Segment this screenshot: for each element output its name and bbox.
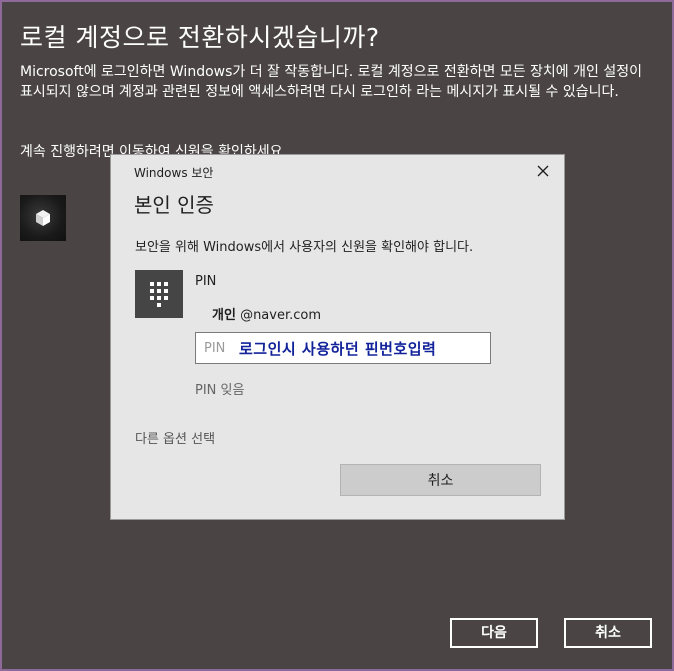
dialog-description: 보안을 위해 Windows에서 사용자의 신원을 확인해야 합니다. xyxy=(135,240,474,255)
close-icon[interactable] xyxy=(533,161,553,181)
user-avatar-icon xyxy=(20,195,66,241)
dialog-title: 본인 인증 xyxy=(134,193,214,217)
dialog-app-name: Windows 보안 xyxy=(134,166,214,180)
page-title: 로컬 계정으로 전환하시겠습니까? xyxy=(20,23,380,52)
next-button[interactable]: 다음 xyxy=(450,618,538,648)
sign-in-method-label: PIN xyxy=(195,274,217,289)
cancel-button[interactable]: 취소 xyxy=(564,618,652,648)
account-email: @naver.com xyxy=(240,308,322,323)
pin-input[interactable] xyxy=(195,332,491,364)
account-name: 개인 xyxy=(212,308,236,323)
dialog-cancel-button[interactable]: 취소 xyxy=(340,464,541,496)
local-account-switch-window: 로컬 계정으로 전환하시겠습니까? Microsoft에 로그인하면 Windo… xyxy=(0,0,674,671)
other-options-link[interactable]: 다른 옵션 선택 xyxy=(135,428,215,447)
account-identity: 개인 @naver.com xyxy=(212,304,321,323)
windows-security-dialog: Windows 보안 본인 인증 보안을 위해 Windows에서 사용자의 신… xyxy=(110,154,565,520)
keypad-icon xyxy=(135,270,183,318)
forgot-pin-link[interactable]: PIN 잊음 xyxy=(195,379,244,398)
info-paragraph: Microsoft에 로그인하면 Windows가 더 잘 작동합니다. 로컬 … xyxy=(20,64,642,100)
